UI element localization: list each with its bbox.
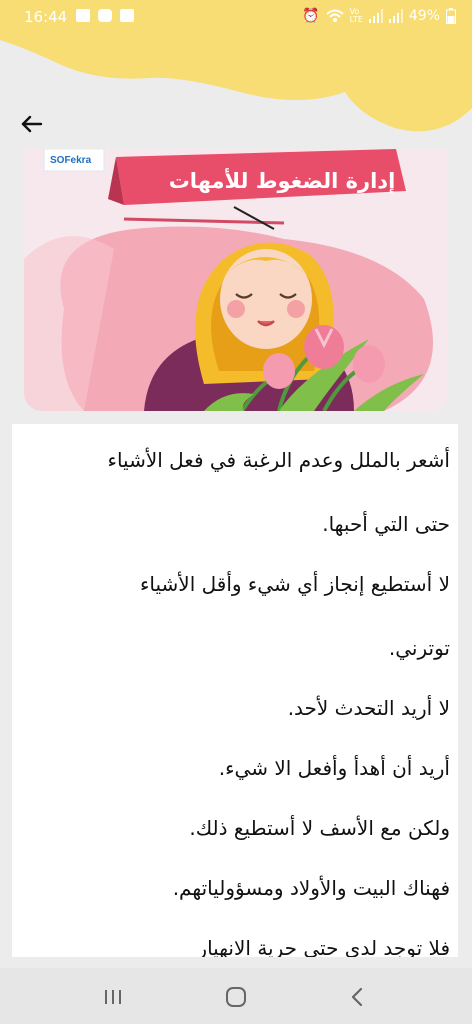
signal-icon — [388, 9, 403, 23]
battery-text: 49% — [408, 8, 440, 24]
system-icons: ⏰ Vo LTE 49% — [302, 8, 456, 24]
hero-image: SOFekra إدارة الضغوط للأمهات — [24, 149, 448, 411]
arrow-left-icon — [21, 115, 43, 133]
system-nav-bar — [0, 968, 472, 1024]
article-line: لا أستطيع إنجاز أي شيء وأقل الأشياء — [140, 572, 450, 596]
article-body: أشعر بالملل وعدم الرغبة في فعل الأشياء ح… — [12, 424, 458, 957]
folder-icon — [76, 9, 90, 22]
image-icon — [120, 9, 134, 22]
signal-icon — [368, 9, 383, 23]
article-line: فهناك البيت والأولاد ومسؤولياتهم. — [172, 876, 450, 900]
status-bar: 16:44 ⏰ Vo LTE 49% — [0, 0, 472, 34]
hero-title: إدارة الضغوط للأمهات — [168, 169, 396, 193]
brand-logo: SOFekra — [50, 155, 92, 166]
alarm-icon: ⏰ — [302, 8, 320, 24]
article-line: أشعر بالملل وعدم الرغبة في فعل الأشياء — [107, 448, 450, 472]
article-line: حتى التي أحبها. — [322, 512, 450, 536]
article-line: فلا توجد لدي حتى حرية الانهيار — [197, 936, 450, 957]
article-line: ولكن مع الأسف لا أستطيع ذلك. — [189, 816, 450, 840]
back-icon[interactable] — [345, 984, 371, 1010]
article-line: لا أريد التحدث لأحد. — [287, 696, 450, 720]
article-line: أريد أن أهدأ وأفعل الا شيء. — [218, 756, 450, 780]
status-time: 16:44 — [24, 8, 68, 26]
battery-icon — [446, 8, 456, 24]
home-icon[interactable] — [223, 984, 249, 1010]
wifi-icon — [325, 9, 344, 22]
article-line: توترني. — [388, 636, 450, 660]
notification-icons — [76, 9, 134, 22]
volte-icon: Vo LTE — [349, 7, 363, 24]
message-icon — [98, 9, 112, 22]
back-button[interactable] — [18, 110, 46, 138]
recents-icon[interactable] — [100, 984, 126, 1010]
